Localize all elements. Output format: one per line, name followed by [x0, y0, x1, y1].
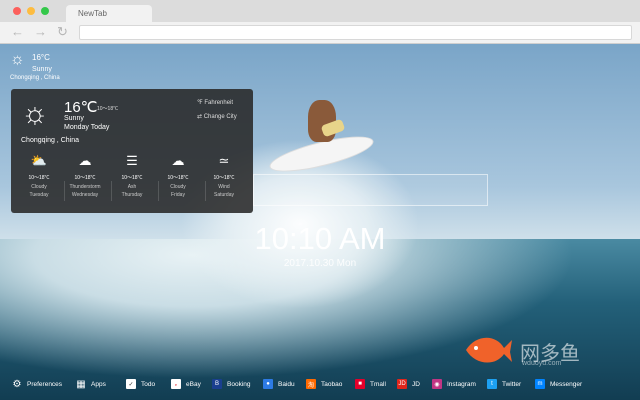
forecast-weekday: Thursday — [121, 192, 143, 198]
address-bar[interactable] — [79, 25, 632, 40]
ebay-icon: e — [171, 379, 181, 389]
link-label: Baidu — [278, 380, 295, 388]
forecast-weekday: Saturday — [213, 192, 234, 198]
mini-temperature: 16°C — [32, 53, 50, 62]
search-box[interactable] — [253, 174, 488, 206]
link-baidu[interactable]: ● Baidu — [263, 374, 295, 394]
link-label: JD — [412, 380, 420, 388]
booking-icon: B — [212, 379, 222, 389]
forecast-day: ≃ 10～18℃ Wind Saturday — [200, 153, 248, 198]
browser-toolbar: ← → ↻ — [0, 22, 640, 44]
tab-title: NewTab — [78, 9, 107, 18]
instagram-icon: ◉ — [432, 379, 442, 389]
apps-button[interactable]: ▦ Apps — [76, 374, 106, 394]
checkbox-icon: ✓ — [126, 379, 136, 389]
link-label: Booking — [227, 380, 251, 388]
tab-newtab[interactable]: NewTab — [66, 5, 152, 22]
weather-panel: ☼ 16℃ 10～18℃ Sunny Monday Today ℉ Fahren… — [11, 89, 253, 213]
forecast-day: ☁ 10～18℃ Cloudy Friday — [154, 153, 202, 198]
link-label: Todo — [141, 380, 156, 388]
preferences-button[interactable]: ⚙ Preferences — [12, 374, 63, 394]
panel-city: Chongqing , China — [21, 137, 79, 144]
bottom-bar: ⚙ Preferences ▦ Apps ✓ Todo e eBay B Boo… — [0, 374, 640, 394]
thunderstorm-icon: ☁ — [78, 153, 92, 168]
link-taobao[interactable]: 淘 Taobao — [306, 374, 342, 394]
current-range: 10～18℃ — [97, 106, 119, 112]
sun-icon: ☼ — [10, 51, 25, 68]
fahrenheit-link[interactable]: ℉ Fahrenheit — [197, 99, 233, 106]
link-booking[interactable]: B Booking — [212, 374, 251, 394]
forecast-weekday: Wednesday — [71, 192, 99, 198]
mini-condition: Sunny — [32, 66, 52, 73]
taobao-icon: 淘 — [306, 379, 316, 389]
window-titlebar: NewTab — [0, 0, 640, 22]
apps-label: Apps — [91, 380, 106, 388]
link-messenger[interactable]: m Messenger — [535, 374, 582, 394]
minimize-window-button[interactable] — [27, 7, 35, 15]
forecast-day: ☰ 10～18℃ Ash Thursday — [108, 153, 156, 198]
mini-location: Chongqing , China — [10, 75, 60, 81]
forecast-condition: Cloudy — [31, 184, 47, 190]
messenger-icon: m — [535, 379, 545, 389]
preferences-label: Preferences — [27, 380, 63, 388]
forecast-weekday: Friday — [171, 192, 185, 198]
link-twitter[interactable]: t Twitter — [487, 374, 521, 394]
forecast-range: 10～18℃ — [167, 175, 189, 181]
link-todo[interactable]: ✓ Todo — [126, 374, 155, 394]
forecast-range: 10～18℃ — [28, 175, 50, 181]
link-label: Twitter — [502, 380, 522, 388]
forecast-condition: Thunderstorm — [69, 184, 101, 190]
tmall-icon: ■ — [355, 379, 365, 389]
fish-logo-icon — [466, 337, 512, 363]
forecast-condition: Wind — [218, 184, 230, 190]
current-condition: Sunny — [64, 115, 84, 122]
ash-icon: ☰ — [126, 153, 138, 168]
close-window-button[interactable] — [13, 7, 21, 15]
sun-icon: ☼ — [21, 97, 49, 130]
forecast-range: 10～18℃ — [74, 175, 96, 181]
back-arrow-icon[interactable]: ← — [11, 25, 24, 39]
zoom-window-button[interactable] — [41, 7, 49, 15]
jd-icon: JD — [397, 379, 407, 389]
current-temperature: 16℃ — [64, 99, 98, 116]
cloudy-icon: ⛅ — [30, 153, 48, 168]
link-label: Taobao — [321, 380, 343, 388]
current-day: Monday Today — [64, 124, 110, 131]
link-tmall[interactable]: ■ Tmall — [355, 374, 386, 394]
forecast-range: 10～18℃ — [121, 175, 143, 181]
link-label: Tmall — [370, 380, 386, 388]
forecast-condition: Ash — [127, 184, 137, 190]
forecast-day: ⛅ 10～18℃ Cloudy Tuesday — [15, 153, 63, 198]
twitter-icon: t — [487, 379, 497, 389]
clock-date: 2017.10.30 Mon — [283, 258, 357, 269]
forecast-day: ☁ 10～18℃ Thunderstorm Wednesday — [61, 153, 109, 198]
baidu-icon: ● — [263, 379, 273, 389]
watermark-url: wduoyu.com — [522, 360, 562, 367]
forecast-range: 10～18℃ — [213, 175, 235, 181]
cloud-icon: ☁ — [171, 153, 185, 168]
wind-icon: ≃ — [218, 153, 230, 168]
link-label: eBay — [186, 380, 201, 388]
link-instagram[interactable]: ◉ Instagram — [432, 374, 476, 394]
grid-icon: ▦ — [76, 378, 86, 390]
forecast-weekday: Tuesday — [29, 192, 49, 198]
reload-icon[interactable]: ↻ — [57, 25, 68, 39]
link-jd[interactable]: JD JD — [397, 374, 420, 394]
gear-icon: ⚙ — [12, 378, 22, 390]
link-label: Messenger — [550, 380, 583, 388]
link-label: Instagram — [447, 380, 476, 388]
change-city-link[interactable]: ⇄ Change City — [197, 113, 237, 120]
link-ebay[interactable]: e eBay — [171, 374, 201, 394]
forward-arrow-icon[interactable]: → — [34, 25, 47, 39]
clock-time: 10:10 AM — [254, 221, 386, 256]
forecast-condition: Cloudy — [170, 184, 186, 190]
